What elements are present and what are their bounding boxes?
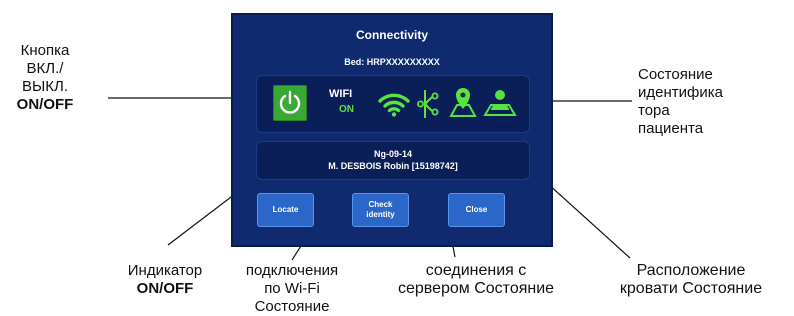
bed-location-icon [449,88,477,117]
locate-button[interactable]: Locate [257,193,314,227]
power-icon [279,90,301,114]
patient-info: Ng-09-14 M. DESBOIS Robin [15198742] [256,141,530,180]
callout-text: тора [638,102,670,119]
wifi-state-indicator: ON [339,104,354,115]
callout-wifi-status: подключения по Wi-Fi Состояние [222,262,362,316]
callout-text: подключения [245,262,339,279]
check-identity-button[interactable]: Check identity [352,193,409,227]
callout-indicator: Индикатор ON/OFF [105,262,225,298]
status-bar: WIFI ON [256,75,530,133]
server-connection-icon [417,90,439,118]
close-button[interactable]: Close [448,193,505,227]
callout-text: соединения с [425,262,527,279]
wifi-icon [378,93,410,117]
callout-server-status: соединения с сервером Состояние [358,262,594,298]
check-identity-line1: Check [368,200,393,209]
callout-text: пациента [638,120,704,137]
callout-text: Состояние [254,298,330,315]
callout-text: Состояние [638,66,713,83]
callout-text: по Wi-Fi [264,280,320,297]
wifi-label: WIFI [329,88,353,100]
callout-bed-location: Расположение кровати Состояние [588,262,794,298]
callout-power-button: Кнопка ВКЛ./ ВЫКЛ. ON/OFF [0,42,90,114]
callout-text: ВКЛ./ [26,60,64,77]
callout-text: Индикатор [127,262,203,279]
callout-text: сервером Состояние [397,280,555,297]
power-button[interactable] [273,85,307,121]
patient-identity-icon [483,90,517,116]
annotated-screenshot: Connectivity Bed: HRPXXXXXXXXX WIFI ON N… [0,0,794,316]
callout-text: ON/OFF [136,280,194,297]
callout-text: Расположение [636,262,746,279]
callout-patient-id-status: Состояние идентифика тора пациента [638,66,788,138]
bed-id: Bed: HRPXXXXXXXXX [344,57,440,67]
connectivity-dialog: Connectivity Bed: HRPXXXXXXXXX WIFI ON N… [231,13,553,247]
callout-text: идентифика [638,84,723,101]
callout-text: ON/OFF [16,96,74,113]
patient-name: M. DESBOIS Robin [15198742] [328,161,458,171]
callout-text: Кнопка [20,42,70,59]
dialog-title: Connectivity [355,28,428,42]
patient-code: Ng-09-14 [373,149,412,159]
callout-text: ВЫКЛ. [21,78,69,95]
check-identity-line2: identity [366,210,395,219]
callout-text: кровати Состояние [619,280,763,297]
